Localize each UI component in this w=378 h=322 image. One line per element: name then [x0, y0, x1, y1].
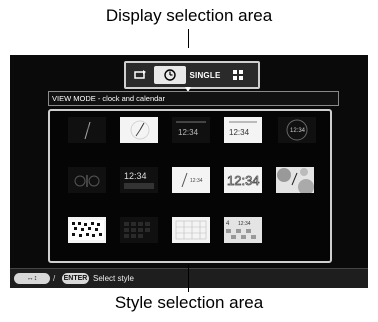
style-thumbnail[interactable]: 12:34: [278, 117, 316, 143]
style-thumbnail[interactable]: [120, 117, 158, 143]
style-thumbnail[interactable]: 12:34: [224, 117, 262, 143]
svg-text:12:34: 12:34: [190, 178, 203, 184]
svg-text:12:34: 12:34: [124, 171, 147, 181]
style-thumbnail[interactable]: 4 12:34: [224, 217, 262, 243]
svg-text:12:34: 12:34: [290, 128, 306, 134]
svg-text:4: 4: [226, 221, 230, 227]
style-selection-caption: Style selection area: [114, 293, 264, 312]
style-thumbnail[interactable]: [276, 167, 314, 193]
style-thumbnail[interactable]: 12:34: [172, 117, 210, 143]
display-selection-area: SINGLE: [124, 61, 260, 89]
style-thumbnail[interactable]: [68, 167, 106, 193]
help-footer: ↔↕ / ENTER Select style: [10, 268, 368, 288]
svg-text:12:34: 12:34: [227, 173, 260, 188]
view-mode-bar: VIEW MODE - clock and calendar: [48, 91, 339, 106]
svg-text:12:34: 12:34: [238, 221, 251, 227]
tab-multi[interactable]: [224, 66, 252, 84]
style-thumbnail[interactable]: 12:34: [172, 167, 210, 193]
style-thumbnail[interactable]: 12:34: [120, 167, 158, 193]
svg-text:12:34: 12:34: [178, 128, 199, 137]
rotate-icon: [134, 70, 146, 79]
style-thumbnail[interactable]: [172, 217, 210, 243]
select-style-hint: Select style: [93, 274, 134, 283]
tab-rotate[interactable]: [126, 66, 154, 84]
style-thumbnail[interactable]: 12:34: [224, 167, 262, 193]
display-selection-caption: Display selection area: [105, 6, 273, 25]
style-thumbnail[interactable]: [68, 117, 106, 143]
arrow-keys-badge: ↔↕: [14, 273, 50, 284]
tab-single[interactable]: SINGLE: [186, 66, 224, 84]
style-leader-line: [188, 264, 189, 292]
style-thumbnail[interactable]: [68, 217, 106, 243]
multi-image-icon: [233, 70, 243, 80]
style-selection-area: 12:34 12:34 12:34 12:34 12:34 12:34 4 12…: [48, 109, 332, 263]
style-thumbnail[interactable]: [120, 217, 158, 243]
tab-clock[interactable]: [154, 66, 186, 84]
key-separator: /: [53, 274, 56, 283]
clock-icon: [164, 69, 176, 81]
display-leader-line: [188, 29, 189, 48]
enter-key-badge: ENTER: [62, 273, 89, 284]
frame-screen: SINGLE VIEW MODE - clock and calendar 12…: [10, 55, 368, 288]
svg-text:12:34: 12:34: [229, 128, 250, 137]
